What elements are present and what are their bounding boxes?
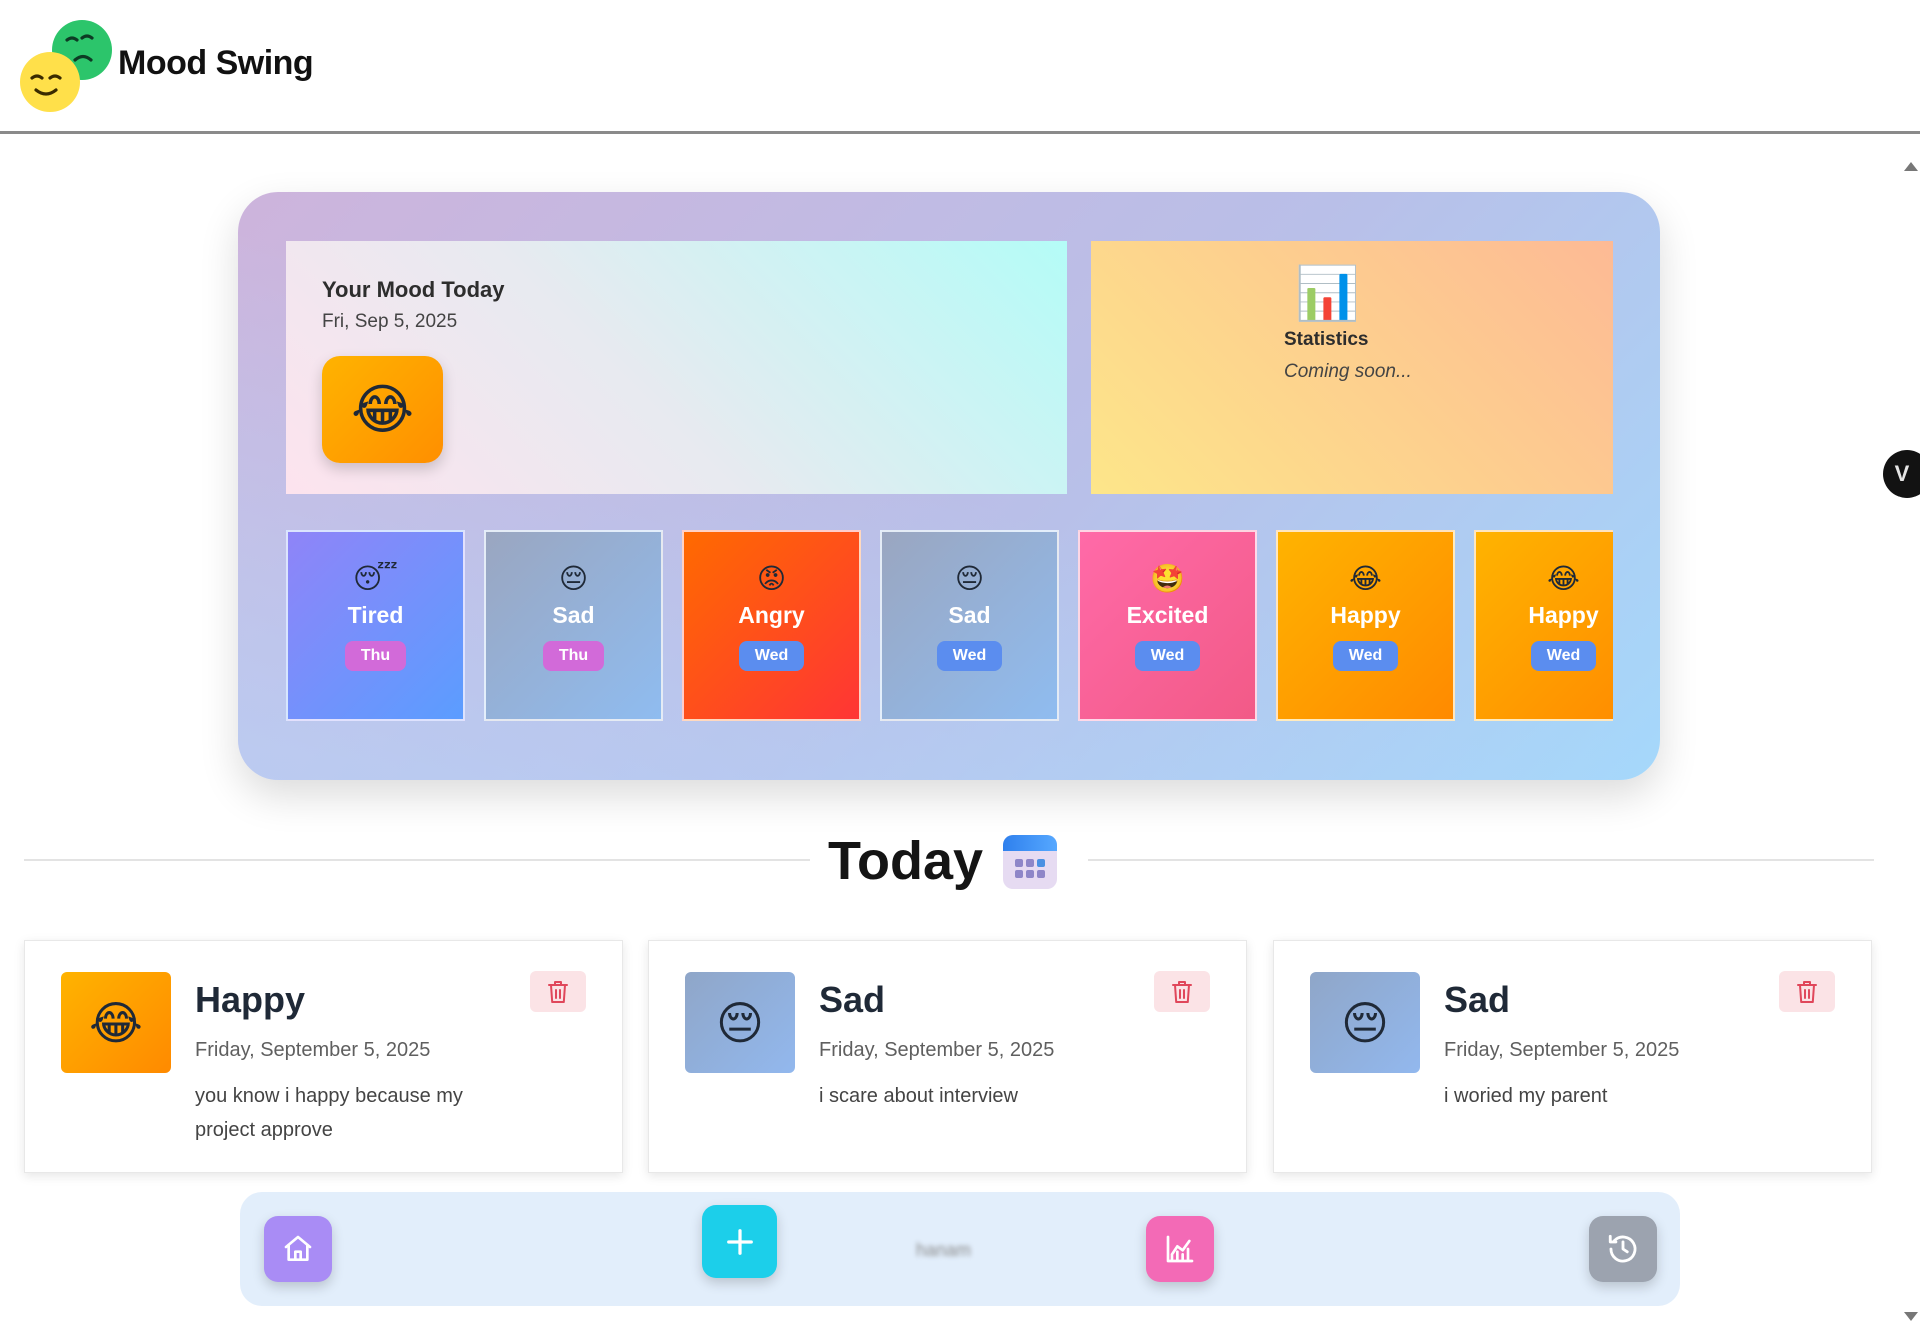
happy-emoji-icon: 😂 [1547,563,1580,594]
app-title: Mood Swing [118,44,314,82]
angry-emoji-icon: 😡 [756,563,787,594]
mood-history-item[interactable]: 😴 Tired Thu [286,530,465,721]
chart-icon [1166,1235,1194,1263]
statistics-card[interactable]: 📊 Statistics Coming soon... [1091,241,1613,494]
entry-note: you know i happy because my project appr… [195,1085,463,1141]
mood-label: Sad [552,602,595,628]
sad-emoji-icon: 😔 [685,972,795,1073]
mood-label: Angry [738,602,805,628]
sad-emoji-icon: 😔 [1310,972,1420,1073]
delete-entry-button[interactable] [1154,971,1210,1012]
delete-entry-button[interactable] [530,971,586,1012]
entry-mood-title: Sad [819,979,886,1020]
day-badge: Wed [1134,641,1201,671]
bottom-navigation: hanam [240,1192,1680,1306]
entry-mood-title: Happy [195,979,306,1020]
trash-icon [1172,980,1192,1003]
mood-label: Tired [347,602,404,628]
today-mood-card: Your Mood Today Fri, Sep 5, 2025 😂 [286,241,1067,494]
mood-history-strip[interactable]: 😴 Tired Thu 😔 Sad Thu 😡 Angry Wed 😔 Sad … [286,530,1613,722]
mood-masks-icon[interactable] [20,18,116,114]
happy-emoji-icon: 😂 [61,972,171,1073]
section-divider [1088,859,1874,861]
mood-label: Happy [1330,602,1401,628]
day-badge: Wed [936,641,1003,671]
day-badge: Wed [1332,641,1399,671]
mood-history-item[interactable]: 😔 Sad Thu [484,530,663,721]
delete-entry-button[interactable] [1779,971,1835,1012]
nav-history-button[interactable] [1589,1216,1657,1282]
mood-entry-card[interactable]: 😂 Happy Friday, September 5, 2025 you kn… [24,940,623,1173]
mood-history-item[interactable]: 😂 Happy Wed [1474,530,1613,721]
mood-history-item[interactable]: 😔 Sad Wed [880,530,1059,721]
entry-note: i woried my parent [1444,1085,1608,1107]
history-icon [1608,1234,1637,1263]
day-badge: Thu [344,641,407,671]
mood-label: Excited [1126,602,1209,628]
sad-emoji-icon: 😔 [954,563,985,594]
home-icon [284,1235,312,1261]
mood-label: Happy [1528,602,1599,628]
entry-date: Friday, September 5, 2025 [1444,1039,1680,1061]
side-panel-toggle[interactable]: V [1883,450,1920,498]
today-mood-date: Fri, Sep 5, 2025 [322,311,458,332]
nav-home-button[interactable] [264,1216,332,1282]
page-scrollbar[interactable] [1900,150,1920,1329]
today-mood-title: Your Mood Today [322,277,505,302]
nav-statistics-button[interactable] [1146,1216,1214,1282]
user-name: hanam [916,1240,972,1260]
mood-overview-panel: Your Mood Today Fri, Sep 5, 2025 😂 📊 Sta… [238,192,1660,780]
day-badge: Wed [1530,641,1597,671]
trash-icon [548,980,568,1003]
mood-label: Sad [948,602,991,628]
mood-entry-card[interactable]: 😔 Sad Friday, September 5, 2025 i woried… [1273,940,1872,1173]
day-badge: Thu [542,641,605,671]
day-badge: Wed [738,641,805,671]
entry-date: Friday, September 5, 2025 [819,1039,1055,1061]
trash-icon [1797,980,1817,1003]
app-header: Mood Swing [0,0,1920,134]
sad-emoji-icon: 😔 [558,563,589,594]
calendar-icon [1003,835,1057,889]
today-mood-emoji[interactable]: 😂 [322,356,443,463]
scroll-down-arrow-icon[interactable] [1904,1312,1918,1321]
bar-chart-icon: 📊 [1295,265,1360,323]
entry-note: i scare about interview [819,1085,1018,1107]
excited-emoji-icon: 🤩 [1150,563,1185,594]
tired-emoji-icon: 😴 [353,563,398,594]
mood-entry-card[interactable]: 😔 Sad Friday, September 5, 2025 i scare … [648,940,1247,1173]
add-mood-button[interactable] [702,1205,777,1278]
section-title: Today [828,831,984,891]
entry-mood-title: Sad [1444,979,1511,1020]
happy-emoji-icon: 😂 [1349,563,1382,594]
scroll-up-arrow-icon[interactable] [1904,162,1918,171]
section-divider [24,859,810,861]
entry-date: Friday, September 5, 2025 [195,1039,431,1061]
plus-icon [726,1228,753,1255]
mood-history-item[interactable]: 😂 Happy Wed [1276,530,1455,721]
mood-history-item[interactable]: 😡 Angry Wed [682,530,861,721]
mood-history-item[interactable]: 🤩 Excited Wed [1078,530,1257,721]
